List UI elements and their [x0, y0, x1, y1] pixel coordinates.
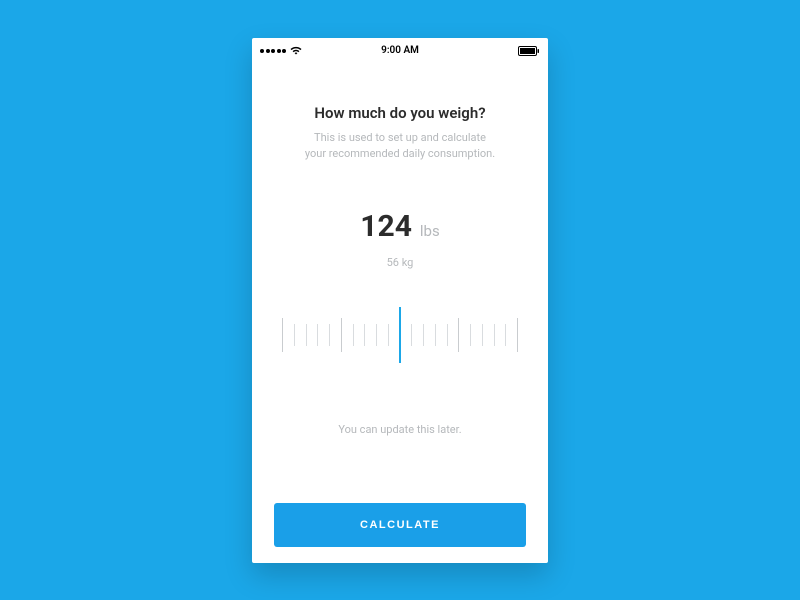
page-title: How much do you weigh? [314, 104, 485, 122]
weight-secondary-value: 56 [387, 256, 399, 269]
weight-secondary: 56 kg [387, 256, 414, 269]
weight-slider[interactable] [272, 305, 528, 365]
subtitle-line-2: your recommended daily consumption. [305, 147, 495, 160]
hint-text: You can update this later. [338, 423, 461, 436]
wifi-icon [290, 46, 302, 55]
subtitle-line-1: This is used to set up and calculate [314, 131, 486, 144]
status-left [260, 46, 302, 55]
battery-icon [518, 46, 540, 56]
slider-indicator [399, 307, 401, 363]
calculate-button[interactable]: CALCULATE [274, 503, 526, 547]
weight-primary: 124 lbs [360, 209, 439, 244]
weight-value: 124 [360, 209, 412, 244]
phone-frame: 9:00 AM How much do you weigh? This is u… [252, 38, 548, 563]
weight-secondary-unit: kg [402, 256, 414, 269]
signal-strength-icon [260, 49, 286, 53]
page-subtitle: This is used to set up and calculate you… [305, 130, 495, 163]
weight-unit: lbs [420, 222, 440, 240]
status-bar: 9:00 AM [252, 42, 548, 60]
content: How much do you weigh? This is used to s… [252, 60, 548, 563]
status-time: 9:00 AM [381, 45, 419, 56]
